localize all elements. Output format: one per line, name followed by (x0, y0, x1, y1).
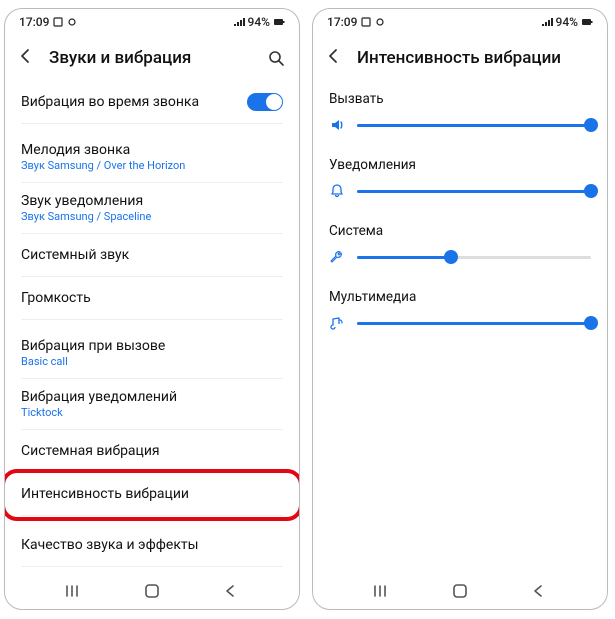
wrench-icon (329, 249, 347, 265)
row-sub: Звук Samsung / Spaceline (21, 210, 151, 223)
row-sub: Звук Samsung / Over the Horizon (21, 159, 185, 172)
intensity-panel: Вызвать Уведомления Система (313, 81, 607, 573)
app-header: Звуки и вибрация (5, 35, 299, 81)
row-sub: Ticktock (21, 406, 177, 419)
nav-back-icon[interactable] (528, 581, 548, 601)
row-vibrate-on-call[interactable]: Вибрация во время звонка (5, 81, 299, 123)
row-sound-quality[interactable]: Качество звука и эффекты (5, 524, 299, 566)
battery-icon (581, 17, 593, 27)
row-intensity[interactable]: Интенсивность вибрации (5, 473, 299, 515)
slider-system: Система (313, 213, 607, 279)
status-icon-2 (67, 17, 77, 27)
nav-back-icon[interactable] (220, 581, 240, 601)
row-label: Качество звука и эффекты (21, 537, 199, 553)
phone-right: 17:09 94% Интенсивность вибрации Вызвать (312, 8, 608, 610)
nav-home-icon[interactable] (142, 581, 162, 601)
status-icon-1 (53, 17, 63, 27)
slider-media: Мультимедиа (313, 279, 607, 345)
phone-left: 17:09 94% Звуки и вибрация Вибрация во в… (4, 8, 300, 610)
row-separate-sound[interactable]: Раздельный вывод звука Воспроизведение з… (5, 567, 299, 573)
slider-track[interactable] (357, 124, 591, 127)
bell-icon (329, 183, 347, 199)
battery-pct: 94% (248, 15, 270, 29)
status-time: 17:09 (19, 15, 49, 29)
battery-icon (273, 17, 285, 27)
row-label: Системная вибрация (21, 443, 160, 459)
row-label: Мелодия звонка (21, 142, 185, 158)
row-label: Вибрация во время звонка (21, 94, 199, 110)
page-title: Интенсивность вибрации (357, 48, 595, 68)
app-header: Интенсивность вибрации (313, 35, 607, 81)
row-label: Вибрация при вызове (21, 338, 165, 354)
page-title: Звуки и вибрация (49, 48, 251, 68)
slider-call: Вызвать (313, 81, 607, 147)
row-label: Громкость (21, 290, 91, 306)
nav-home-icon[interactable] (450, 581, 470, 601)
nav-bar (5, 573, 299, 609)
row-label: Звук уведомления (21, 193, 151, 209)
nav-recent-icon[interactable] (64, 581, 84, 601)
slider-track[interactable] (357, 256, 591, 259)
back-icon[interactable] (325, 47, 343, 69)
row-sub: Basic call (21, 355, 165, 368)
row-label: Вибрация уведомлений (21, 389, 177, 405)
speaker-icon (329, 117, 347, 133)
music-icon (329, 315, 347, 331)
row-volume[interactable]: Громкость (5, 277, 299, 319)
slider-track[interactable] (357, 322, 591, 325)
slider-label: Уведомления (329, 157, 591, 173)
row-notif-sound[interactable]: Звук уведомления Звук Samsung / Spacelin… (5, 183, 299, 233)
status-icon-1 (361, 17, 371, 27)
signal-icon (233, 17, 245, 27)
settings-list: Вибрация во время звонка Мелодия звонка … (5, 81, 299, 573)
back-icon[interactable] (17, 47, 35, 69)
status-icon-2 (375, 17, 385, 27)
row-vibrate-notif[interactable]: Вибрация уведомлений Ticktock (5, 379, 299, 429)
slider-track[interactable] (357, 190, 591, 193)
status-bar: 17:09 94% (313, 9, 607, 35)
row-system-vibrate[interactable]: Системная вибрация (5, 430, 299, 472)
row-system-sound[interactable]: Системный звук (5, 234, 299, 276)
signal-icon (541, 17, 553, 27)
nav-bar (313, 573, 607, 609)
nav-recent-icon[interactable] (372, 581, 392, 601)
row-vibrate-call[interactable]: Вибрация при вызове Basic call (5, 328, 299, 378)
status-bar: 17:09 94% (5, 9, 299, 35)
row-label: Системный звук (21, 247, 129, 263)
slider-notif: Уведомления (313, 147, 607, 213)
search-icon[interactable] (265, 47, 287, 69)
slider-label: Вызвать (329, 91, 591, 107)
row-ringtone[interactable]: Мелодия звонка Звук Samsung / Over the H… (5, 132, 299, 182)
slider-label: Система (329, 223, 591, 239)
row-label: Интенсивность вибрации (21, 486, 189, 502)
toggle-switch[interactable] (247, 93, 283, 111)
slider-label: Мультимедиа (329, 289, 591, 305)
battery-pct: 94% (556, 15, 578, 29)
status-time: 17:09 (327, 15, 357, 29)
